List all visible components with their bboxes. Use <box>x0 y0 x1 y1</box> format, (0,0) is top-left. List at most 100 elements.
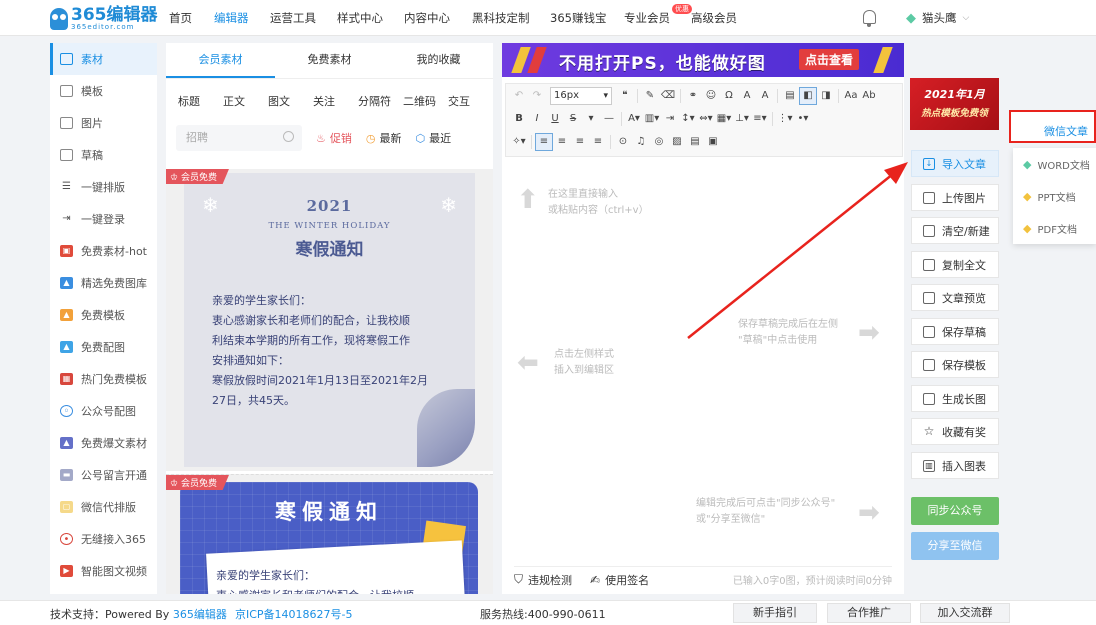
palette-icon[interactable]: ◎ <box>650 133 668 151</box>
table-icon[interactable]: ▦▾ <box>715 110 733 128</box>
paragraph-icon[interactable]: ≡▾ <box>751 110 769 128</box>
cooperation-button[interactable]: 合作推广 <box>827 603 911 623</box>
sidebar-item-image[interactable]: 图片 <box>50 107 157 139</box>
strikethrough-icon[interactable]: S <box>564 110 582 128</box>
ad-banner[interactable]: 不用打开PS，也能做好图 点击查看 <box>502 43 904 77</box>
align-center-icon[interactable]: ≡ <box>553 133 571 151</box>
link-icon[interactable]: ⚭ <box>684 87 702 105</box>
bold-icon[interactable]: B <box>510 110 528 128</box>
sidebar-item-template[interactable]: 模板 <box>50 75 157 107</box>
sidebar-item-draft[interactable]: 草稿 <box>50 139 157 171</box>
minus-icon[interactable]: — <box>600 110 618 128</box>
nav-item-ops-tools[interactable]: 运营工具 <box>270 10 316 26</box>
category-title[interactable]: 标题 <box>178 93 223 109</box>
bell-icon[interactable] <box>863 10 876 27</box>
copy-all-button[interactable]: 复制全文 <box>911 251 999 278</box>
layout-right-icon[interactable]: ◨ <box>817 87 835 105</box>
nav-item-senior-member[interactable]: 高级会员 <box>691 10 737 26</box>
nav-item-content-center[interactable]: 内容中心 <box>404 10 450 26</box>
sidebar-item-gallery[interactable]: ▲ 精选免费图库 <box>50 267 157 299</box>
dropdown-icon[interactable]: ▾ <box>582 110 600 128</box>
emoji-icon[interactable]: ☺ <box>702 87 720 105</box>
align-right-icon[interactable]: ≡ <box>571 133 589 151</box>
template-card-1[interactable]: ♔ 会员免费 ❄ ❄ 2021 THE WINTER HOLIDAY 寒假通知 … <box>166 169 493 471</box>
search-input[interactable]: 招聘 <box>176 125 302 151</box>
align-left-icon[interactable]: ≡ <box>535 133 553 151</box>
italic-icon[interactable]: I <box>528 110 546 128</box>
sidebar-item-wechat-image[interactable]: ◦ 公众号配图 <box>50 395 157 427</box>
sidebar-item-connect[interactable]: • 无缝接入365 <box>50 523 157 555</box>
banner-button[interactable]: 点击查看 <box>799 49 860 70</box>
long-image-button[interactable]: 生成长图 <box>911 385 999 412</box>
magic-icon[interactable]: ✧▾ <box>510 133 528 151</box>
omega-icon[interactable]: Ω <box>720 87 738 105</box>
join-group-button[interactable]: 加入交流群 <box>920 603 1010 623</box>
format-brush-icon[interactable]: ✎ <box>641 87 659 105</box>
category-image-text[interactable]: 图文 <box>268 93 313 109</box>
align-justify-icon[interactable]: ≡ <box>589 133 607 151</box>
sidebar-item-wechat-layout[interactable]: ▢ 微信代排版 <box>50 491 157 523</box>
font-up-icon[interactable]: A <box>738 87 756 105</box>
sidebar-item-free-image[interactable]: ▲ 免费配图 <box>50 331 157 363</box>
sidebar-item-auto-layout[interactable]: ☰ 一键排版 <box>50 171 157 203</box>
preview-button[interactable]: 文章预览 <box>911 284 999 311</box>
ordered-list-icon[interactable]: ⋮▾ <box>776 110 794 128</box>
font-size-select[interactable]: 16px <box>550 87 612 105</box>
sidebar-item-comment[interactable]: ▬ 公号留言开通 <box>50 459 157 491</box>
clipboard-icon[interactable]: ▤ <box>686 133 704 151</box>
video-insert-icon[interactable]: ⊙ <box>614 133 632 151</box>
undo-icon[interactable]: ↶ <box>510 87 528 105</box>
signature-button[interactable]: ✍ 使用签名 <box>590 572 649 588</box>
spacing-icon[interactable]: ⇔▾ <box>697 110 715 128</box>
redo-icon[interactable]: ↷ <box>528 87 546 105</box>
category-follow[interactable]: 关注 <box>313 93 358 109</box>
insert-chart-button[interactable]: ▥ 插入图表 <box>911 452 999 479</box>
nav-item-home[interactable]: 首页 <box>169 10 192 26</box>
text-style-icon[interactable]: Ab <box>860 87 878 105</box>
bg-color-icon[interactable]: ▥▾ <box>643 110 661 128</box>
user-menu[interactable]: ◆ 猫头鹰 ⌵ <box>906 10 969 26</box>
upload-image-button[interactable]: 上传图片 <box>911 184 999 211</box>
nav-item-pro-member[interactable]: 专业会员 优惠 <box>624 4 692 26</box>
sidebar-item-hot-template[interactable]: ▦ 热门免费模板 <box>50 363 157 395</box>
violation-check-button[interactable]: ⛉ 违规检测 <box>514 572 572 588</box>
nav-item-earn[interactable]: 365赚钱宝 <box>550 10 606 26</box>
tab-member-material[interactable]: 会员素材 <box>166 43 275 78</box>
sidebar-item-video[interactable]: ▶ 智能图文视频 <box>50 555 157 587</box>
category-qrcode[interactable]: 二维码 <box>403 93 448 109</box>
tab-free-material[interactable]: 免费素材 <box>275 43 384 78</box>
font-color-icon[interactable]: A▾ <box>625 110 643 128</box>
clear-format-icon[interactable]: ⌫ <box>659 87 677 105</box>
favorite-reward-button[interactable]: ☆ 收藏有奖 <box>911 418 999 445</box>
import-pdf[interactable]: ◆ PDF文档 <box>1013 212 1096 244</box>
sidebar-item-free-hot[interactable]: ▣ 免费素材-hot <box>50 235 157 267</box>
paste-icon[interactable]: ▤ <box>781 87 799 105</box>
sync-wechat-button[interactable]: 同步公众号 <box>911 497 999 525</box>
filter-promo[interactable]: ♨ 促销 <box>316 130 352 146</box>
category-interactive[interactable]: 交互 <box>448 93 493 109</box>
nav-item-custom[interactable]: 黑科技定制 <box>472 10 530 26</box>
save-draft-button[interactable]: 保存草稿 <box>911 318 999 345</box>
search-icon[interactable] <box>283 131 294 142</box>
share-wechat-button[interactable]: 分享至微信 <box>911 532 999 560</box>
clear-new-button[interactable]: 清空/新建 <box>911 217 999 244</box>
footer-brand[interactable]: 365编辑器 <box>173 608 227 621</box>
indent-icon[interactable]: ⇥ <box>661 110 679 128</box>
footer-icp[interactable]: 京ICP备14018627号-5 <box>235 606 353 622</box>
unordered-list-icon[interactable]: •▾ <box>794 110 812 128</box>
nav-item-style-center[interactable]: 样式中心 <box>337 10 383 26</box>
filter-recent[interactable]: ⬡ 最近 <box>415 130 451 146</box>
delete-icon[interactable]: ▣ <box>704 133 722 151</box>
sidebar-item-viral[interactable]: ▲ 免费爆文素材 <box>50 427 157 459</box>
save-template-button[interactable]: 保存模板 <box>911 351 999 378</box>
sidebar-item-material[interactable]: 素材 <box>50 43 157 75</box>
category-divider[interactable]: 分隔符 <box>358 93 403 109</box>
image-insert-icon[interactable]: ▨ <box>668 133 686 151</box>
text-case-icon[interactable]: Aa <box>842 87 860 105</box>
guide-button[interactable]: 新手指引 <box>733 603 817 623</box>
line-height-icon[interactable]: ↕▾ <box>679 110 697 128</box>
sidebar-item-login[interactable]: ⇥ 一键登录 <box>50 203 157 235</box>
layout-left-icon[interactable]: ◧ <box>799 87 817 105</box>
align-bottom-icon[interactable]: ⊥▾ <box>733 110 751 128</box>
quote-icon[interactable]: ❝ <box>616 87 634 105</box>
